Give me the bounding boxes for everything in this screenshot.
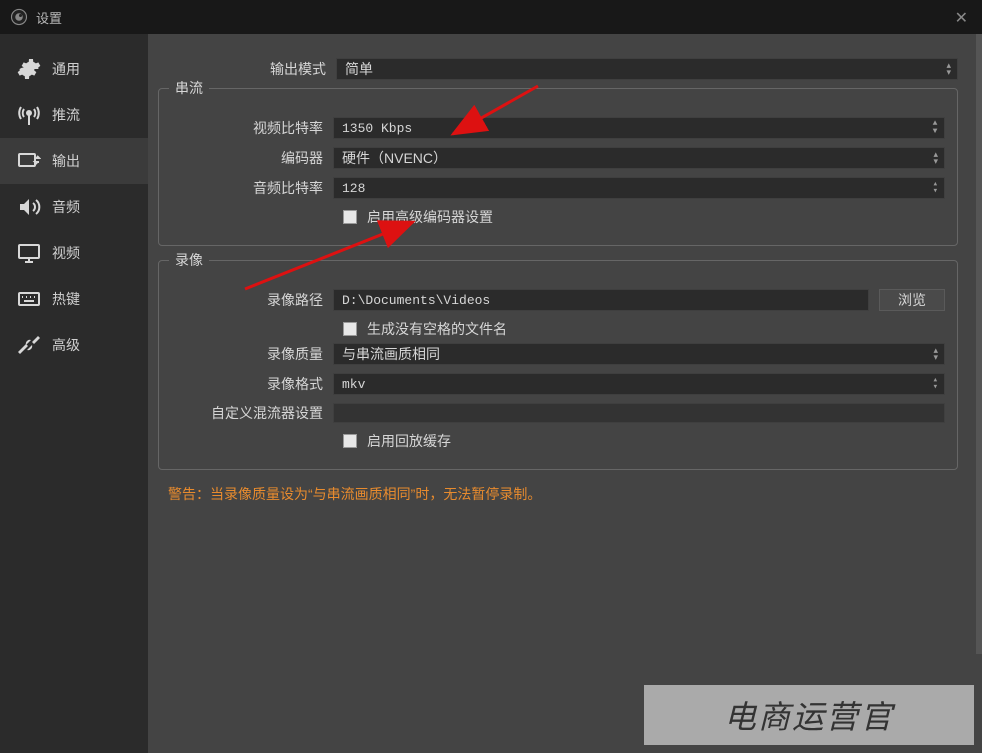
label-no-space-filename: 生成没有空格的文件名 <box>367 319 507 339</box>
label-encoder: 编码器 <box>171 148 333 168</box>
row-output-mode: 输出模式 简单 ▴▾ <box>158 58 958 80</box>
sidebar-label: 推流 <box>52 105 80 125</box>
label-audio-bitrate: 音频比特率 <box>171 178 333 198</box>
sidebar-item-advanced[interactable]: 高级 <box>0 322 148 368</box>
browse-button[interactable]: 浏览 <box>879 289 945 311</box>
fieldset-stream: 串流 视频比特率 1350 Kbps ▲▼ 编码器 硬件（NVENC） ▴▾ <box>158 88 958 246</box>
sidebar-item-stream[interactable]: 推流 <box>0 92 148 138</box>
sidebar-label: 输出 <box>52 151 80 171</box>
scrollbar-thumb[interactable] <box>976 34 982 654</box>
label-video-bitrate: 视频比特率 <box>171 118 333 138</box>
input-video-bitrate[interactable]: 1350 Kbps ▲▼ <box>333 117 945 139</box>
tools-icon <box>16 332 42 358</box>
legend-stream: 串流 <box>169 78 209 98</box>
warning-text: 警告：当录像质量设为“与串流画质相同”时，无法暂停录制。 <box>168 484 958 504</box>
output-icon <box>16 148 42 174</box>
chevron-updown-icon: ▴▾ <box>946 62 951 76</box>
keyboard-icon <box>16 286 42 312</box>
sidebar-label: 音频 <box>52 197 80 217</box>
checkbox-advanced-encoder[interactable] <box>343 210 357 224</box>
monitor-icon <box>16 240 42 266</box>
gear-icon <box>16 56 42 82</box>
input-path[interactable]: D:\Documents\Videos <box>333 289 869 311</box>
close-button[interactable]: ✕ <box>955 8 968 28</box>
chevron-updown-icon: ▴▾ <box>933 347 938 361</box>
watermark: 电商运营官 <box>644 685 974 745</box>
sidebar-item-video[interactable]: 视频 <box>0 230 148 276</box>
select-encoder[interactable]: 硬件（NVENC） ▴▾ <box>333 147 945 169</box>
checkbox-replay-buffer[interactable] <box>343 434 357 448</box>
antenna-icon <box>16 102 42 128</box>
obs-icon <box>10 8 28 26</box>
label-quality: 录像质量 <box>171 344 333 364</box>
select-output-mode[interactable]: 简单 ▴▾ <box>336 58 958 80</box>
sidebar-label: 视频 <box>52 243 80 263</box>
checkbox-no-space-filename[interactable] <box>343 322 357 336</box>
chevron-updown-icon: ▴▾ <box>933 151 938 165</box>
sidebar-label: 热键 <box>52 289 80 309</box>
spinner-icon[interactable]: ▲▼ <box>928 118 942 138</box>
chevron-updown-icon: ▴▾ <box>933 181 938 195</box>
select-audio-bitrate[interactable]: 128 ▴▾ <box>333 177 945 199</box>
sidebar-item-output[interactable]: 输出 <box>0 138 148 184</box>
sidebar-item-hotkeys[interactable]: 热键 <box>0 276 148 322</box>
chevron-updown-icon: ▴▾ <box>933 377 938 391</box>
legend-recording: 录像 <box>169 250 209 270</box>
select-quality[interactable]: 与串流画质相同 ▴▾ <box>333 343 945 365</box>
main-panel: 输出模式 简单 ▴▾ 串流 视频比特率 1350 Kbps ▲▼ 编码器 <box>148 34 982 753</box>
label-muxer: 自定义混流器设置 <box>171 403 333 423</box>
sidebar: 通用 推流 输出 音频 视频 <box>0 34 148 753</box>
label-replay-buffer: 启用回放缓存 <box>367 431 451 451</box>
sidebar-label: 通用 <box>52 59 80 79</box>
label-output-mode: 输出模式 <box>158 59 336 79</box>
window-title: 设置 <box>36 8 62 27</box>
speaker-icon <box>16 194 42 220</box>
sidebar-label: 高级 <box>52 335 80 355</box>
fieldset-recording: 录像 录像路径 D:\Documents\Videos 浏览 生成没有空格的文件… <box>158 260 958 470</box>
label-format: 录像格式 <box>171 374 333 394</box>
sidebar-item-general[interactable]: 通用 <box>0 46 148 92</box>
label-advanced-encoder: 启用高级编码器设置 <box>367 207 493 227</box>
scrollbar[interactable] <box>976 34 982 654</box>
content: 通用 推流 输出 音频 视频 <box>0 34 982 753</box>
label-path: 录像路径 <box>171 290 333 310</box>
sidebar-item-audio[interactable]: 音频 <box>0 184 148 230</box>
titlebar: 设置 ✕ <box>0 0 982 34</box>
input-muxer[interactable] <box>333 403 945 423</box>
select-format[interactable]: mkv ▴▾ <box>333 373 945 395</box>
